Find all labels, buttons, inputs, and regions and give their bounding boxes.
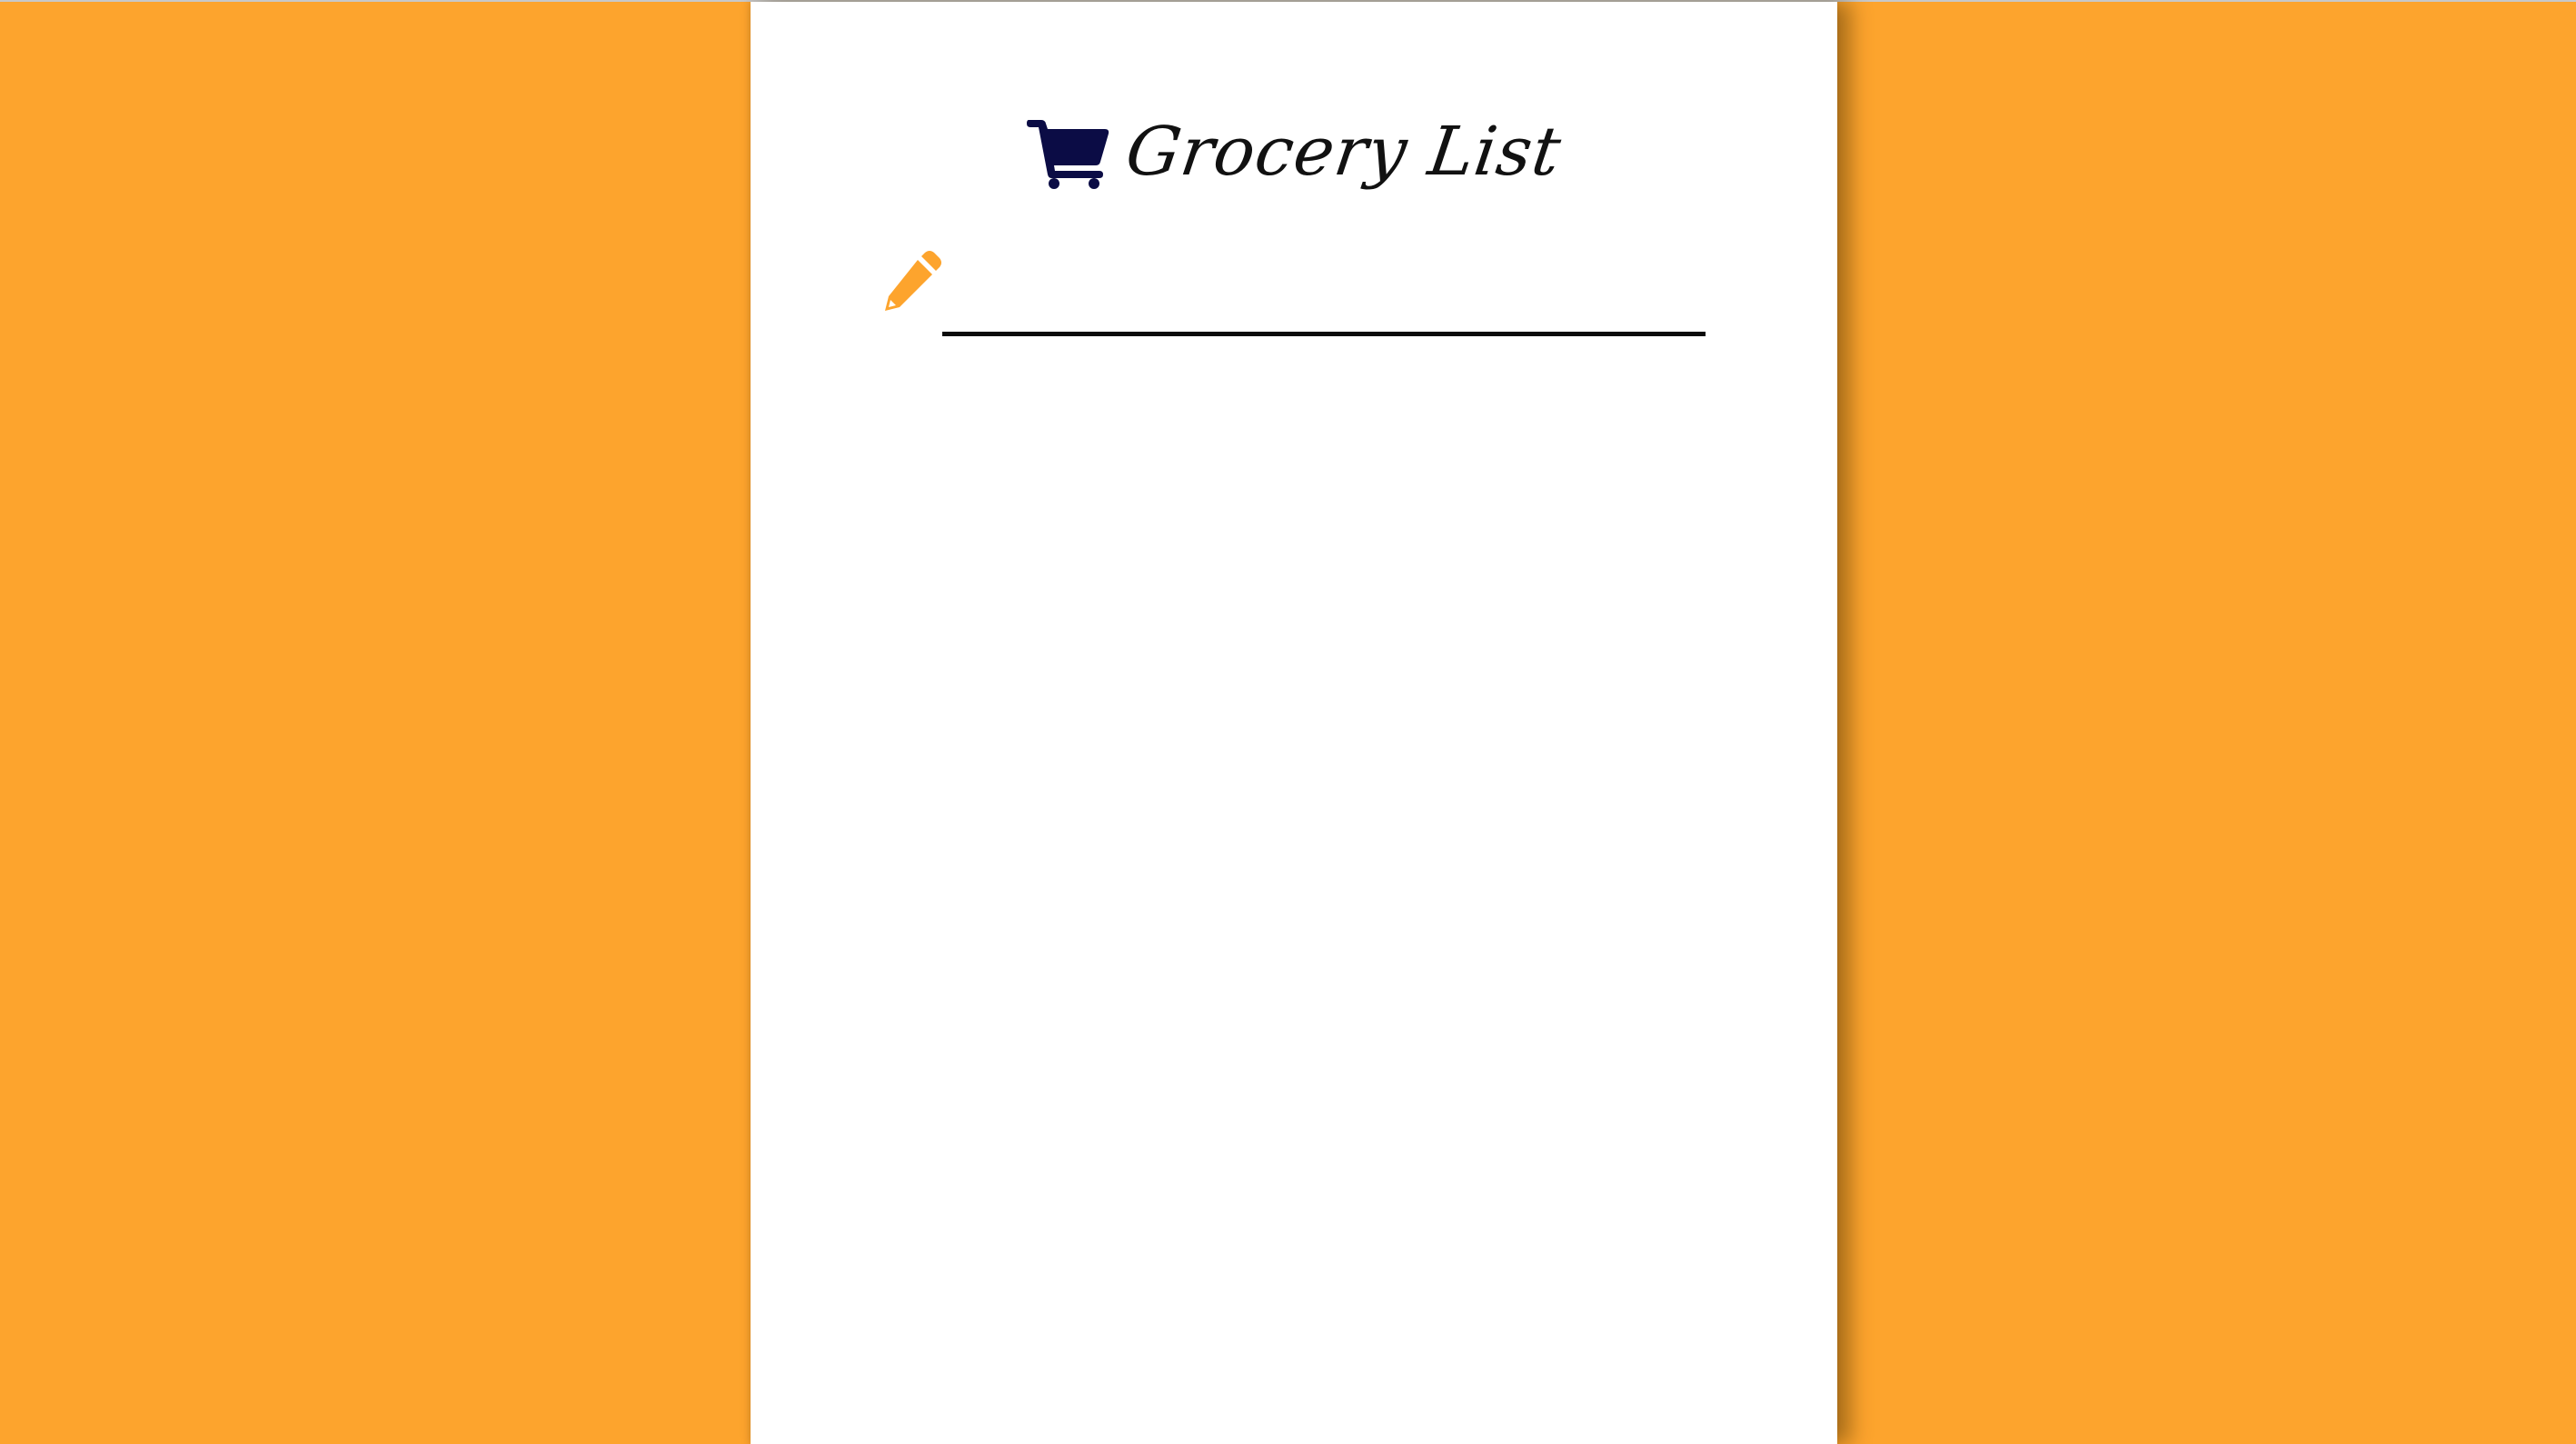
shopping-cart-icon [1027, 120, 1109, 189]
pencil-icon [885, 251, 941, 311]
grocery-list-card: Grocery List [751, 2, 1837, 1444]
app-header: Grocery List [751, 93, 1837, 211]
cart-wheel-left [1049, 178, 1060, 189]
page-title: Grocery List [1121, 113, 1566, 191]
cart-body [1027, 120, 1109, 178]
grocery-items-list [883, 365, 1706, 1365]
new-item-input[interactable] [942, 256, 1706, 336]
pencil-body [885, 251, 941, 311]
cart-wheel-right [1089, 178, 1100, 189]
